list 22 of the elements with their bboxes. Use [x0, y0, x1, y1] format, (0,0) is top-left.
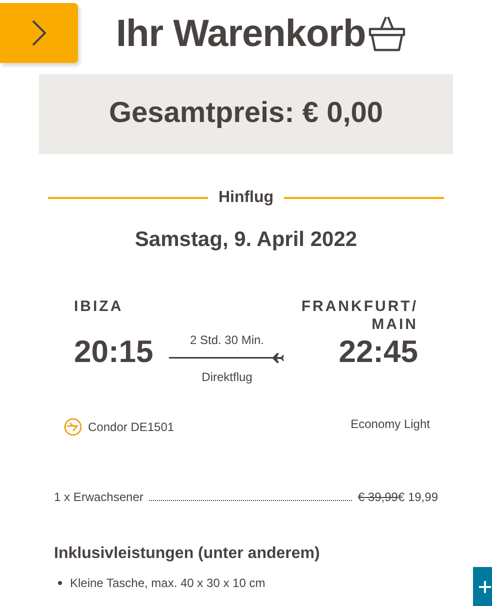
- inclusion-item: Kleine Tasche, max. 40 x 30 x 10 cm: [70, 574, 266, 592]
- old-price: € 39,99: [358, 488, 398, 506]
- page-title: Ihr Warenkorb: [116, 15, 366, 53]
- flight-arrow-icon: [169, 352, 285, 364]
- inclusions-heading: Inklusivleistungen (unter anderem): [53, 544, 321, 564]
- bullet-icon: [58, 580, 62, 584]
- plus-icon: [479, 581, 491, 593]
- destination-city: FRANKFURT/ MAIN: [300, 298, 418, 334]
- origin-city: IBIZA: [74, 298, 124, 316]
- section-heading: Hinflug: [218, 188, 274, 208]
- flight-number: Condor DE1501: [88, 418, 174, 436]
- flight-date: Samstag, 9. April 2022: [134, 227, 358, 253]
- fare-class: Economy Light: [350, 416, 430, 432]
- flight-duration: 2 Std. 30 Min.: [190, 332, 264, 348]
- departure-time: 20:15: [74, 336, 154, 366]
- arrival-time: 22:45: [338, 336, 418, 366]
- passenger-label: 1 x Erwachsener: [54, 488, 144, 506]
- stops-label: Direktflug: [202, 368, 252, 386]
- airline-logo-icon: [64, 418, 82, 436]
- price: € 19,99: [398, 488, 438, 506]
- total-price: Gesamtpreis: € 0,00: [108, 96, 384, 132]
- chevron-right-icon: [31, 19, 47, 47]
